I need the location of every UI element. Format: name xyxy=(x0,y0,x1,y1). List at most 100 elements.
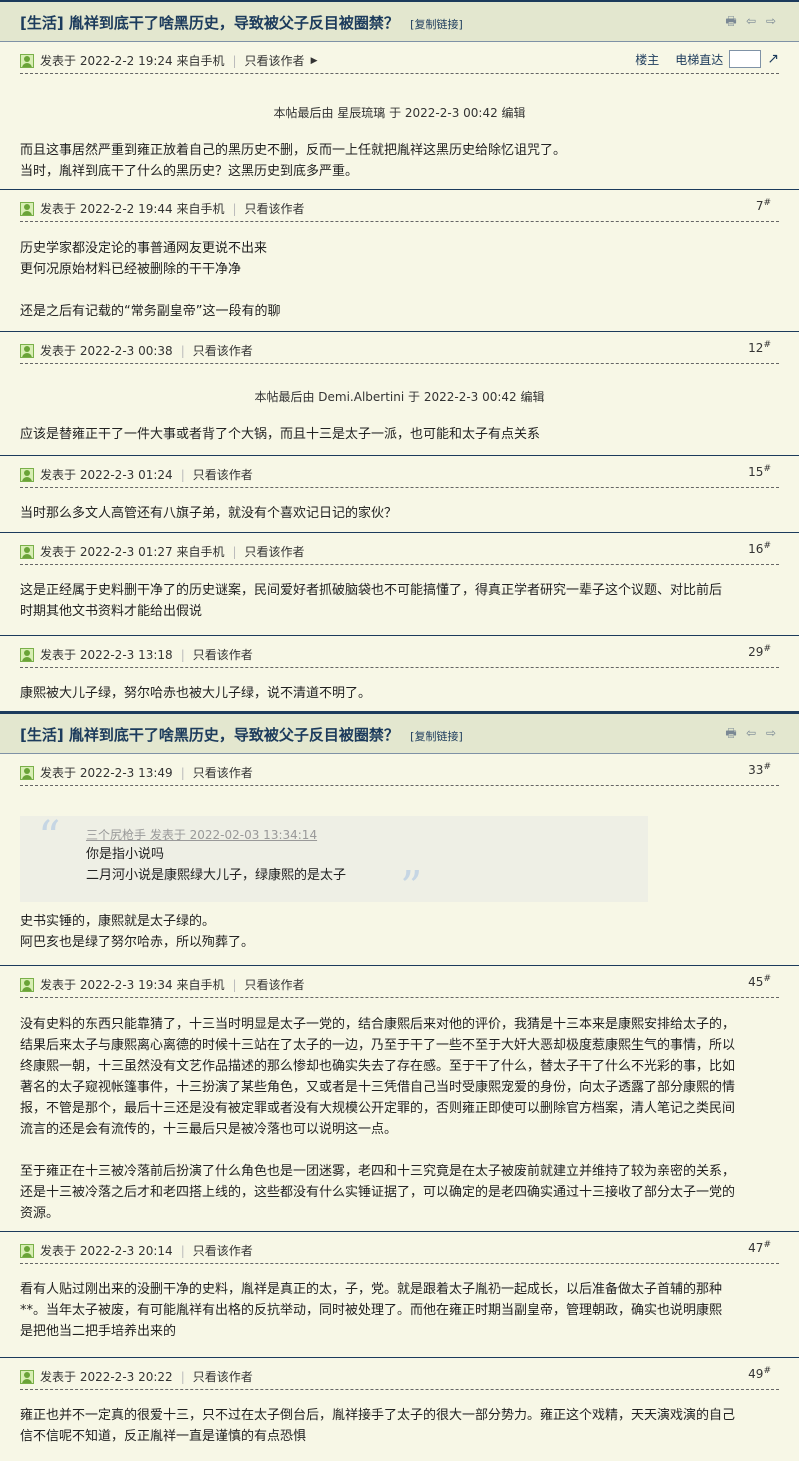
user-avatar-icon[interactable] xyxy=(20,1369,34,1384)
user-avatar-icon[interactable] xyxy=(20,343,34,358)
post-line: 当时那么多文人高管还有八旗子弟，就没有个喜欢记日记的家伙？ xyxy=(20,506,398,521)
post-body: 当时那么多文人高管还有八旗子弟，就没有个喜欢记日记的家伙？ xyxy=(20,503,791,524)
post-time: 发表于 2022-2-3 01:27 来自手机 xyxy=(40,545,225,559)
user-avatar-icon[interactable] xyxy=(20,647,34,662)
next-thread-icon[interactable]: ⇨ xyxy=(763,725,779,741)
post-time: 发表于 2022-2-3 00:38 xyxy=(40,344,173,358)
post-line: 资源。 xyxy=(20,1206,60,1221)
user-avatar-icon[interactable] xyxy=(20,765,34,780)
post-meta: 发表于 2022-2-3 20:22 | 只看该作者 49# xyxy=(20,1358,779,1390)
quote-line: 你是指小说吗 xyxy=(86,847,165,862)
edit-note: 本帖最后由 Demi.Albertini 于 2022-2-3 00:42 编辑 xyxy=(254,390,545,404)
copy-link[interactable]: [复制链接] xyxy=(410,730,463,743)
post-line xyxy=(20,280,791,301)
post-time: 发表于 2022-2-2 19:24 来自手机 xyxy=(40,54,225,68)
quote-author[interactable]: 三个尻枪手 发表于 2022-02-03 13:34:14 xyxy=(86,826,648,844)
post-meta: 发表于 2022-2-2 19:44 来自手机 | 只看该作者 7# xyxy=(20,190,779,222)
floor-jump-input[interactable] xyxy=(729,50,762,68)
user-avatar-icon[interactable] xyxy=(20,53,34,68)
floor-number[interactable]: 15# xyxy=(748,464,771,479)
print-icon[interactable]: 🖶 xyxy=(723,13,739,29)
post-line: 康熙被大儿子绿，努尔哈赤也被大儿子绿，说不清道不明了。 xyxy=(20,686,372,701)
floor-number[interactable]: 45# xyxy=(748,974,771,989)
post-line: 历史学家都没定论的事普通网友更说不出来 xyxy=(20,241,268,256)
prev-thread-icon[interactable]: ⇦ xyxy=(743,725,759,741)
post-meta: 发表于 2022-2-3 20:14 | 只看该作者 47# xyxy=(20,1232,779,1264)
only-author-link[interactable]: 只看该作者 xyxy=(245,52,305,69)
post-line: 更何况原始材料已经被删除的干干净净 xyxy=(20,262,242,277)
post-time: 发表于 2022-2-3 20:14 xyxy=(40,1244,173,1258)
header-actions: 🖶 ⇦ ⇨ xyxy=(723,725,779,741)
only-author-link[interactable]: 只看该作者 xyxy=(193,342,253,359)
only-author-link[interactable]: 只看该作者 xyxy=(193,1368,253,1385)
prev-thread-icon[interactable]: ⇦ xyxy=(743,13,759,29)
post-line: 终康熙一朝，十三虽然没有文艺作品描述的那么惨却也确实失去了存在感。至于干了什么，… xyxy=(20,1059,736,1074)
post-line: 而且这事居然严重到雍正放着自己的黑历史不删，反而一上任就把胤祥这黑历史给除忆诅咒… xyxy=(20,143,567,158)
post-15: 发表于 2022-2-3 01:24 | 只看该作者 15# 当时那么多文人高管… xyxy=(0,456,799,533)
post-body: 史书实锤的，康熙就是太子绿的。 阿巴亥也是绿了努尔哈赤，所以殉葬了。 xyxy=(20,911,791,953)
only-author-link[interactable]: 只看该作者 xyxy=(193,466,253,483)
post-16: 发表于 2022-2-3 01:27 来自手机 | 只看该作者 16# 这是正经… xyxy=(0,533,799,636)
copy-link[interactable]: [复制链接] xyxy=(410,18,463,31)
print-icon[interactable]: 🖶 xyxy=(723,725,739,741)
post-7: 发表于 2022-2-2 19:44 来自手机 | 只看该作者 7# 历史学家都… xyxy=(0,190,799,332)
floor-number[interactable]: 47# xyxy=(748,1240,771,1255)
post-meta: 发表于 2022-2-3 00:38 | 只看该作者 12# xyxy=(20,332,779,364)
post-body: 康熙被大儿子绿，努尔哈赤也被大儿子绿，说不清道不明了。 xyxy=(20,683,791,704)
user-avatar-icon[interactable] xyxy=(20,544,34,559)
post-meta: 发表于 2022-2-3 19:34 来自手机 | 只看该作者 45# xyxy=(20,966,779,998)
user-avatar-icon[interactable] xyxy=(20,467,34,482)
post-line: 看有人贴过刚出来的没删干净的史料，胤祥是真正的太，子，党。就是跟着太子胤礽一起成… xyxy=(20,1282,723,1297)
triangle-right-icon[interactable]: ▶ xyxy=(311,56,318,66)
floor-number[interactable]: 7# xyxy=(756,198,771,213)
user-avatar-icon[interactable] xyxy=(20,977,34,992)
post-line: 这是正经属于史料删干净了的历史谜案，民间爱好者抓破脑袋也不可能搞懂了，得真正学者… xyxy=(20,583,723,598)
only-author-link[interactable]: 只看该作者 xyxy=(193,1242,253,1259)
post-time: 发表于 2022-2-2 19:44 来自手机 xyxy=(40,202,225,216)
post-line: **。当年太子被废，有可能胤祥有出格的反抗举动，同时被处理了。而他在雍正时期当副… xyxy=(20,1303,723,1318)
jump-go-icon[interactable]: ↗ xyxy=(767,51,779,67)
post-meta: 发表于 2022-2-3 01:27 来自手机 | 只看该作者 16# xyxy=(20,533,779,565)
post-time: 发表于 2022-2-3 20:22 xyxy=(40,1370,173,1384)
post-line: 报，不管是那个，最后十三还是没有被定罪或者没有大规模公开定罪的，否则雍正即使可以… xyxy=(20,1101,736,1116)
open-quote-icon: “ xyxy=(38,812,61,863)
thread-title: [生活] 胤祥到底干了啥黑历史，导致被父子反目被圈禁？ [复制链接] xyxy=(20,724,463,745)
post-line: 阿巴亥也是绿了努尔哈赤，所以殉葬了。 xyxy=(20,935,255,950)
post-line: 还是十三被冷落之后才和老四搭上线的，这些都没有什么实锤证据了，可以确定的是老四确… xyxy=(20,1185,736,1200)
post-line: 史书实锤的，康熙就是太子绿的。 xyxy=(20,914,216,929)
floor-number[interactable]: 12# xyxy=(748,340,771,355)
only-author-link[interactable]: 只看该作者 xyxy=(193,646,253,663)
post-line: 没有史料的东西只能靠猜了，十三当时明显是太子一党的，结合康熙后来对他的评价，我猜… xyxy=(20,1017,736,1032)
post-meta: 发表于 2022-2-3 01:24 | 只看该作者 15# xyxy=(20,456,779,488)
post-33: 发表于 2022-2-3 13:49 | 只看该作者 33# “ 三个尻枪手 发… xyxy=(0,754,799,966)
post-line xyxy=(20,1140,791,1161)
thread-header-1: [生活] 胤祥到底干了啥黑历史，导致被父子反目被圈禁？ [复制链接] 🖶 ⇦ ⇨ xyxy=(0,0,799,42)
only-author-link[interactable]: 只看该作者 xyxy=(245,543,305,560)
post-line: 流言的还是会有流传的，十三最后只是被冷落也可以说明这一点。 xyxy=(20,1122,398,1137)
post-line: 至于雍正在十三被冷落前后扮演了什么角色也是一团迷雾，老四和十三究竟是在太子被废前… xyxy=(20,1164,736,1179)
post-body: 应该是替雍正干了一件大事或者背了个大锅，而且十三是太子一派，也可能和太子有点关系 xyxy=(20,424,791,445)
post-line: 信不信呢不知道，反正胤祥一直是谨慎的有点恐惧 xyxy=(20,1429,307,1444)
floor-number[interactable]: 33# xyxy=(748,762,771,777)
post-body: 这是正经属于史料删干净了的历史谜案，民间爱好者抓破脑袋也不可能搞懂了，得真正学者… xyxy=(20,580,791,622)
floor-number[interactable]: 16# xyxy=(748,541,771,556)
post-line: 当时，胤祥到底干了什么的黑历史？这黑历史到底多严重。 xyxy=(20,164,359,179)
only-author-link[interactable]: 只看该作者 xyxy=(245,200,305,217)
post-line: 雍正也并不一定真的很爱十三，只不过在太子倒台后，胤祥接手了太子的很大一部分势力。… xyxy=(20,1408,736,1423)
post-line: 应该是替雍正干了一件大事或者背了个大锅，而且十三是太子一派，也可能和太子有点关系 xyxy=(20,427,541,442)
post-time: 发表于 2022-2-3 13:18 xyxy=(40,648,173,662)
next-thread-icon[interactable]: ⇨ xyxy=(763,13,779,29)
thread-header-2: [生活] 胤祥到底干了啥黑历史，导致被父子反目被圈禁？ [复制链接] 🖶 ⇦ ⇨ xyxy=(0,712,799,754)
floor-number[interactable]: 49# xyxy=(748,1366,771,1381)
only-author-link[interactable]: 只看该作者 xyxy=(193,764,253,781)
close-quote-icon: ” xyxy=(400,862,423,913)
post-line: 著名的太子窥视帐篷事件，十三扮演了某些角色，又或者是十三凭借自己当时受康熙宠爱的… xyxy=(20,1080,736,1095)
post-47: 发表于 2022-2-3 20:14 | 只看该作者 47# 看有人贴过刚出来的… xyxy=(0,1232,799,1358)
quote-line: 二月河小说是康熙绿大儿子，绿康熙的是太子 xyxy=(86,868,347,883)
user-avatar-icon[interactable] xyxy=(20,201,34,216)
post-body: 雍正也并不一定真的很爱十三，只不过在太子倒台后，胤祥接手了太子的很大一部分势力。… xyxy=(20,1405,791,1447)
user-avatar-icon[interactable] xyxy=(20,1243,34,1258)
only-author-link[interactable]: 只看该作者 xyxy=(245,976,305,993)
post-line: 时期其他文书资料才能给出假说 xyxy=(20,604,203,619)
floor-number[interactable]: 29# xyxy=(748,644,771,659)
